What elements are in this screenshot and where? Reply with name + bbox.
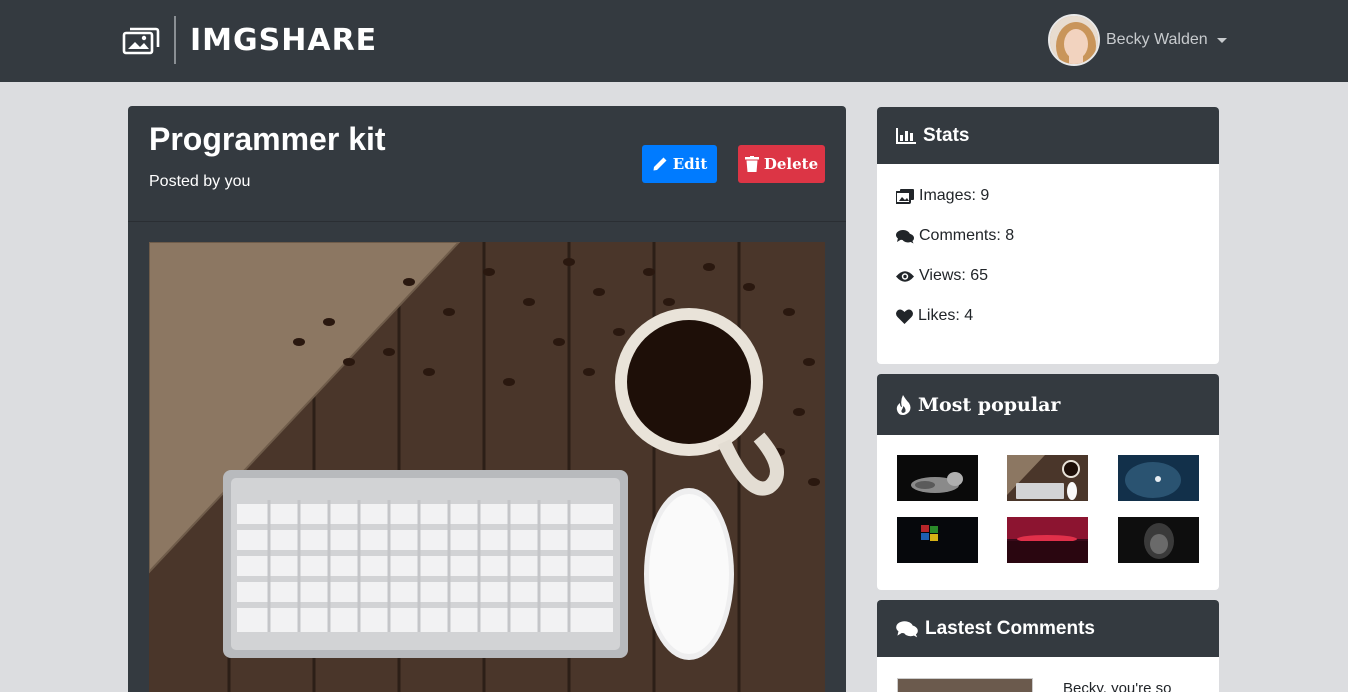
- popular-thumb-red-landscape[interactable]: [1007, 517, 1088, 563]
- popular-thumb-tiger[interactable]: [897, 455, 978, 501]
- trash-icon: [744, 156, 759, 172]
- brand-divider: [174, 16, 176, 64]
- popular-thumb-gorilla[interactable]: [1118, 517, 1199, 563]
- post-card: Programmer kit Posted by you Edit Delete: [128, 106, 846, 692]
- stat-views-label: Views: 65: [919, 267, 989, 284]
- stats-title: Stats: [923, 124, 970, 146]
- most-popular-title: Most popular: [918, 393, 1061, 416]
- post-image: [149, 242, 825, 692]
- edit-button[interactable]: Edit: [642, 145, 717, 183]
- avatar: [1048, 14, 1100, 66]
- latest-comments-title: Lastest Comments: [925, 617, 1095, 639]
- popular-thumb-windows[interactable]: [897, 517, 978, 563]
- comments-icon: [896, 620, 918, 637]
- comment-thumb[interactable]: [897, 678, 1033, 692]
- most-popular-card: Most popular: [877, 374, 1219, 590]
- chevron-down-icon: [1216, 37, 1227, 43]
- brand-name: IMGSHARE: [190, 22, 378, 58]
- comment-text[interactable]: Becky, you're so: [1063, 680, 1171, 692]
- post-author: Posted by you: [149, 173, 251, 190]
- comments-icon: [896, 229, 914, 243]
- post-header: Programmer kit Posted by you Edit Delete: [128, 106, 846, 222]
- eye-icon: [896, 270, 914, 282]
- brand-logo[interactable]: IMGSHARE: [122, 16, 377, 64]
- heart-icon: [896, 309, 913, 324]
- edit-button-label: Edit: [672, 155, 708, 173]
- popular-thumb-apple[interactable]: [1118, 455, 1199, 501]
- stat-likes-label: Likes: 4: [918, 307, 974, 324]
- stat-comments-label: Comments: 8: [919, 227, 1015, 244]
- image-gallery-icon: [122, 27, 160, 55]
- stats-card: Stats Images: 9 Comments: 8 Views: 65 Li…: [877, 107, 1219, 364]
- bar-chart-icon: [896, 127, 916, 144]
- fire-icon: [896, 394, 911, 415]
- delete-button[interactable]: Delete: [738, 145, 825, 183]
- most-popular-header: Most popular: [877, 374, 1219, 435]
- stat-likes: Likes: 4: [896, 307, 973, 325]
- stat-images: Images: 9: [896, 187, 989, 205]
- stat-views: Views: 65: [896, 267, 988, 285]
- navbar: IMGSHARE Becky Walden: [0, 0, 1348, 82]
- delete-button-label: Delete: [763, 155, 819, 173]
- latest-comments-card: Lastest Comments Becky, you're so: [877, 600, 1219, 692]
- popular-thumb-programmer-kit[interactable]: [1007, 455, 1088, 501]
- stat-comments: Comments: 8: [896, 227, 1014, 245]
- stats-header: Stats: [877, 107, 1219, 164]
- latest-comments-header: Lastest Comments: [877, 600, 1219, 657]
- page-title: Programmer kit: [149, 121, 386, 157]
- user-name: Becky Walden: [1106, 31, 1208, 48]
- user-menu[interactable]: Becky Walden: [1048, 14, 1227, 66]
- images-icon: [896, 188, 914, 204]
- stat-images-label: Images: 9: [919, 187, 990, 204]
- pencil-icon: [653, 157, 667, 171]
